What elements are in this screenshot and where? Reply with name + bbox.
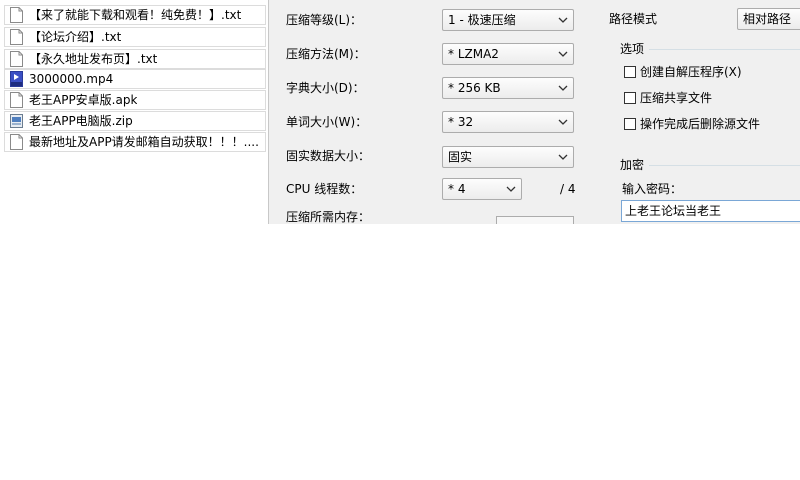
solid-select-value: 固实 — [448, 150, 473, 164]
cpu-select[interactable]: * 4 — [442, 178, 522, 200]
options-group-title: 选项 — [620, 42, 645, 56]
method-select-value: * LZMA2 — [448, 47, 499, 61]
delete-source-checkbox-label: 操作完成后删除源文件 — [640, 117, 761, 131]
file-name: 最新地址及APP请发邮箱自动获取！！！.... — [29, 135, 259, 149]
cpu-label: CPU 线程数： — [286, 182, 363, 196]
password-input-value: 上老王论坛当老王 — [625, 204, 722, 218]
solid-label: 固实数据大小： — [286, 149, 371, 163]
dict-label: 字典大小(D)： — [286, 81, 365, 95]
zip-file-icon — [10, 114, 23, 128]
path-mode-label: 路径模式 — [609, 12, 658, 26]
file-item[interactable]: 【来了就能下载和观看！纯免费！】.txt — [4, 5, 266, 25]
text-file-icon — [10, 7, 23, 23]
word-select-value: * 32 — [448, 115, 474, 129]
file-name: 【永久地址发布页】.txt — [29, 52, 158, 66]
chevron-down-icon — [558, 85, 568, 91]
delete-source-checkbox[interactable] — [624, 118, 636, 130]
compress-dialog: 压缩等级(L)： 1 - 极速压缩 压缩方法(M)： * LZMA2 字典大小(… — [268, 0, 800, 224]
generic-file-icon — [10, 92, 23, 108]
solid-select[interactable]: 固实 — [442, 146, 574, 168]
sfx-checkbox[interactable] — [624, 66, 636, 78]
file-item[interactable]: 3000000.mp4 — [4, 69, 266, 89]
file-name: 老王APP安卓版.apk — [29, 93, 138, 107]
encryption-group-title: 加密 — [620, 158, 645, 172]
file-item[interactable]: 老王APP电脑版.zip — [4, 111, 266, 131]
level-select[interactable]: 1 - 极速压缩 — [442, 9, 574, 31]
file-item[interactable]: 【论坛介绍】.txt — [4, 27, 266, 47]
chevron-down-icon — [558, 51, 568, 57]
file-name: 【来了就能下载和观看！纯免费！】.txt — [29, 8, 242, 22]
file-name: 【论坛介绍】.txt — [29, 30, 122, 44]
path-mode-value: 相对路径 — [743, 12, 792, 26]
file-list: 【来了就能下载和观看！纯免费！】.txt 【论坛介绍】.txt 【永久地址发布页… — [0, 0, 267, 154]
file-name: 3000000.mp4 — [29, 72, 114, 86]
chevron-down-icon — [558, 154, 568, 160]
text-file-icon — [10, 29, 23, 45]
word-select[interactable]: * 32 — [442, 111, 574, 133]
memory-label: 压缩所需内存： — [286, 210, 371, 224]
text-file-icon — [10, 134, 23, 150]
memory-value-box — [496, 216, 574, 224]
cpu-total: / 4 — [560, 182, 576, 196]
encryption-group-divider — [649, 165, 800, 166]
shared-files-checkbox[interactable] — [624, 92, 636, 104]
text-file-icon — [10, 51, 23, 67]
file-name: 老王APP电脑版.zip — [29, 114, 133, 128]
word-label: 单词大小(W)： — [286, 115, 368, 129]
shared-files-checkbox-label: 压缩共享文件 — [640, 91, 713, 105]
chevron-down-icon — [506, 186, 516, 192]
path-mode-select[interactable]: 相对路径 — [737, 8, 800, 30]
dict-select[interactable]: * 256 KB — [442, 77, 574, 99]
options-group-divider — [649, 49, 800, 50]
file-item[interactable]: 最新地址及APP请发邮箱自动获取！！！.... — [4, 132, 266, 152]
password-input[interactable]: 上老王论坛当老王 — [621, 200, 800, 222]
chevron-down-icon — [558, 119, 568, 125]
sfx-checkbox-label: 创建自解压程序(X) — [640, 65, 742, 79]
file-item[interactable]: 老王APP安卓版.apk — [4, 90, 266, 110]
method-label: 压缩方法(M)： — [286, 47, 366, 61]
dict-select-value: * 256 KB — [448, 81, 501, 95]
level-label: 压缩等级(L)： — [286, 13, 363, 27]
method-select[interactable]: * LZMA2 — [442, 43, 574, 65]
password-label: 输入密码： — [622, 182, 683, 196]
chevron-down-icon — [558, 17, 568, 23]
file-item[interactable]: 【永久地址发布页】.txt — [4, 49, 266, 69]
cpu-select-value: * 4 — [448, 182, 466, 196]
level-select-value: 1 - 极速压缩 — [448, 13, 516, 27]
mp4-file-icon — [10, 71, 23, 87]
